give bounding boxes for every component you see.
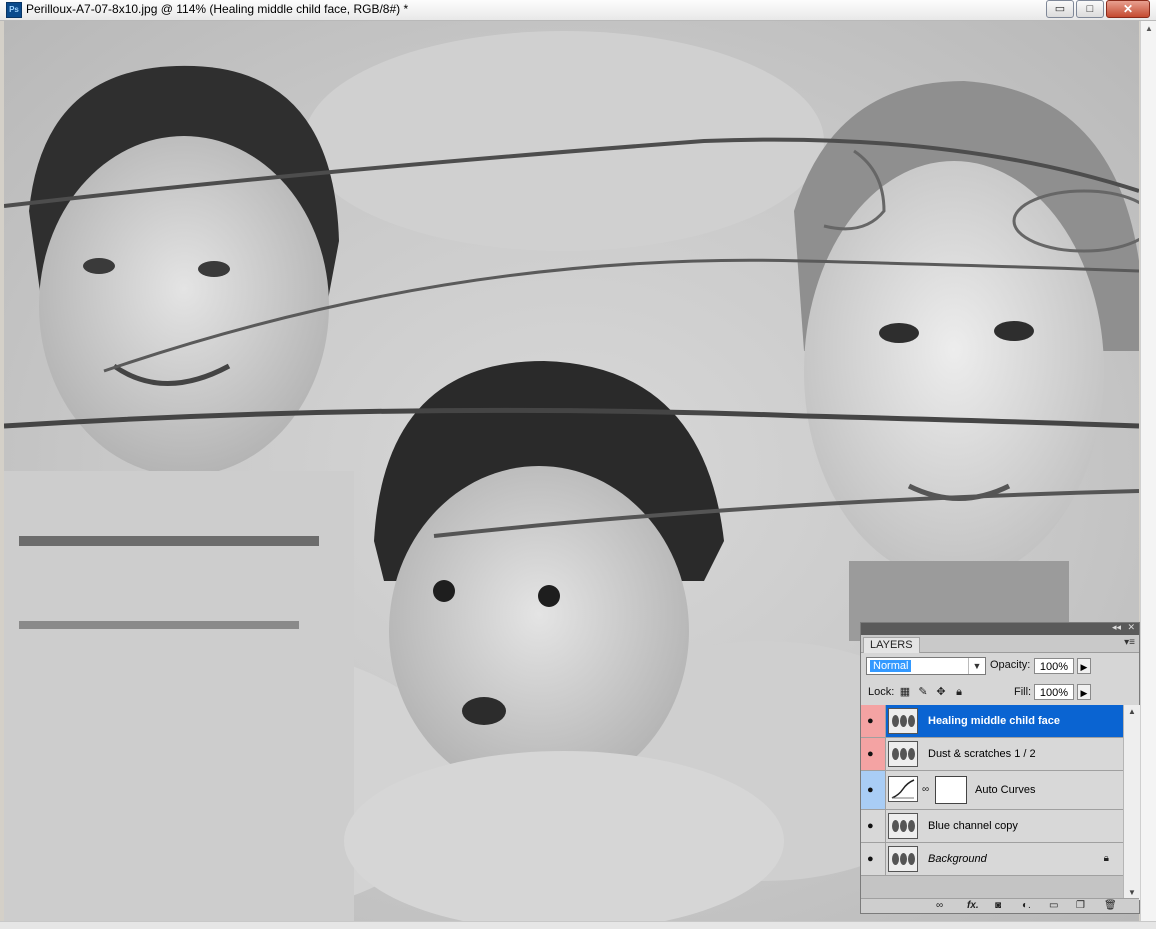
curves-adjustment-icon <box>888 776 918 802</box>
adjustment-icon[interactable]: ◐. <box>1022 899 1031 913</box>
fx-icon[interactable]: fx. <box>967 899 979 913</box>
eye-icon: ● <box>867 715 874 727</box>
close-icon: ✕ <box>1122 2 1134 16</box>
layer-row-blue-channel-copy[interactable]: ● Blue channel copy <box>861 810 1123 843</box>
fill-input[interactable]: 100% <box>1034 684 1074 700</box>
folder-icon[interactable]: ▭ <box>1049 899 1058 913</box>
link-icon[interactable]: ∞ <box>936 899 943 913</box>
eye-icon: ● <box>867 784 874 796</box>
layer-name: Dust & scratches 1 / 2 <box>928 748 1036 760</box>
opacity-label: Opacity: <box>990 659 1031 671</box>
lock-transparency-icon[interactable]: ▦ <box>899 686 911 698</box>
lock-pixels-icon[interactable]: ✎ <box>917 686 929 698</box>
blend-mode-value: Normal <box>870 660 912 672</box>
tab-layers[interactable]: LAYERS <box>863 637 920 653</box>
title-bar: Ps Perilloux-A7-07-8x10.jpg @ 114% (Heal… <box>0 0 1156 21</box>
lock-all-icon[interactable]: 🔒︎ <box>953 686 965 698</box>
scroll-up-icon[interactable]: ▲ <box>1141 21 1156 37</box>
panel-menu-icon[interactable]: ▾≡ <box>1124 637 1135 648</box>
panel-header-strip: ◂◂ ✕ <box>861 622 1139 635</box>
vertical-scrollbar[interactable]: ▲ <box>1140 21 1156 921</box>
document-title: Perilloux-A7-07-8x10.jpg @ 114% (Healing… <box>26 2 409 16</box>
layer-row-healing-middle-child-face[interactable]: ● Healing middle child face <box>861 705 1123 738</box>
layer-name: Blue channel copy <box>928 820 1018 832</box>
blend-mode-select[interactable]: Normal ▼ <box>866 657 986 675</box>
minimize-button[interactable]: ▭ <box>1046 0 1074 18</box>
blend-opacity-row: Normal ▼ Opacity: 100% ▶ <box>861 653 1139 679</box>
layer-thumbnail <box>888 813 918 839</box>
lock-fill-row: Lock: ▦ ✎ ✥ 🔒︎ Fill: 100% ▶ <box>861 679 1139 706</box>
fill-label: Fill: <box>1014 686 1032 698</box>
scroll-up-icon[interactable]: ▲ <box>1124 705 1140 719</box>
chevron-down-icon: ▼ <box>968 658 985 674</box>
minimize-icon: ▭ <box>1054 3 1066 15</box>
layer-row-background[interactable]: ● Background 🔒︎ <box>861 843 1123 876</box>
layers-list: ● Healing middle child face ● Dust & scr… <box>861 705 1123 900</box>
close-button[interactable]: ✕ <box>1106 0 1150 18</box>
close-panel-icon[interactable]: ✕ <box>1127 622 1135 633</box>
visibility-toggle[interactable]: ● <box>861 810 886 842</box>
layers-toolbar: ∞ fx. ◙ ◐. ▭ ❐ 🗑︎ <box>861 898 1139 913</box>
layer-name: Background <box>928 853 987 865</box>
layer-row-dust-scratches[interactable]: ● Dust & scratches 1 / 2 <box>861 738 1123 771</box>
panel-tabs: LAYERS ▾≡ <box>861 635 1139 653</box>
new-layer-icon[interactable]: ❐ <box>1076 899 1085 913</box>
eye-icon: ● <box>867 748 874 760</box>
collapse-panel-icon[interactable]: ◂◂ <box>1112 622 1121 633</box>
eye-icon: ● <box>867 820 874 832</box>
layers-panel: ◂◂ ✕ LAYERS ▾≡ Normal ▼ Opacity: 100% ▶ … <box>860 622 1140 914</box>
photoshop-app-icon: Ps <box>6 2 22 18</box>
maximize-button[interactable]: □ <box>1076 0 1104 18</box>
link-icon[interactable]: ∞ <box>922 784 929 795</box>
window-controls: ▭ □ ✕ <box>1044 0 1150 18</box>
visibility-toggle[interactable]: ● <box>861 843 886 875</box>
layer-thumbnail <box>888 846 918 872</box>
eye-icon: ● <box>867 853 874 865</box>
visibility-toggle[interactable]: ● <box>861 705 886 737</box>
layer-mask-thumbnail[interactable] <box>935 776 967 804</box>
lock-label: Lock: <box>868 686 895 698</box>
mask-icon[interactable]: ◙ <box>995 899 1001 913</box>
layers-scrollbar[interactable]: ▲ ▼ <box>1123 705 1140 900</box>
layer-name: Healing middle child face <box>928 715 1061 727</box>
layer-thumbnail <box>888 708 918 734</box>
trash-icon[interactable]: 🗑︎ <box>1104 899 1117 913</box>
layer-row-auto-curves[interactable]: ● ∞ Auto Curves <box>861 771 1123 810</box>
layer-thumbnail <box>888 741 918 767</box>
maximize-icon: □ <box>1086 3 1094 15</box>
layer-name: Auto Curves <box>975 784 1036 796</box>
lock-position-icon[interactable]: ✥ <box>935 686 947 698</box>
opacity-slider-button[interactable]: ▶ <box>1077 658 1091 674</box>
opacity-input[interactable]: 100% <box>1034 658 1074 674</box>
lock-icon: 🔒︎ <box>1103 853 1109 864</box>
visibility-toggle[interactable]: ● <box>861 738 886 770</box>
fill-slider-button[interactable]: ▶ <box>1077 684 1091 700</box>
visibility-toggle[interactable]: ● <box>861 771 886 809</box>
